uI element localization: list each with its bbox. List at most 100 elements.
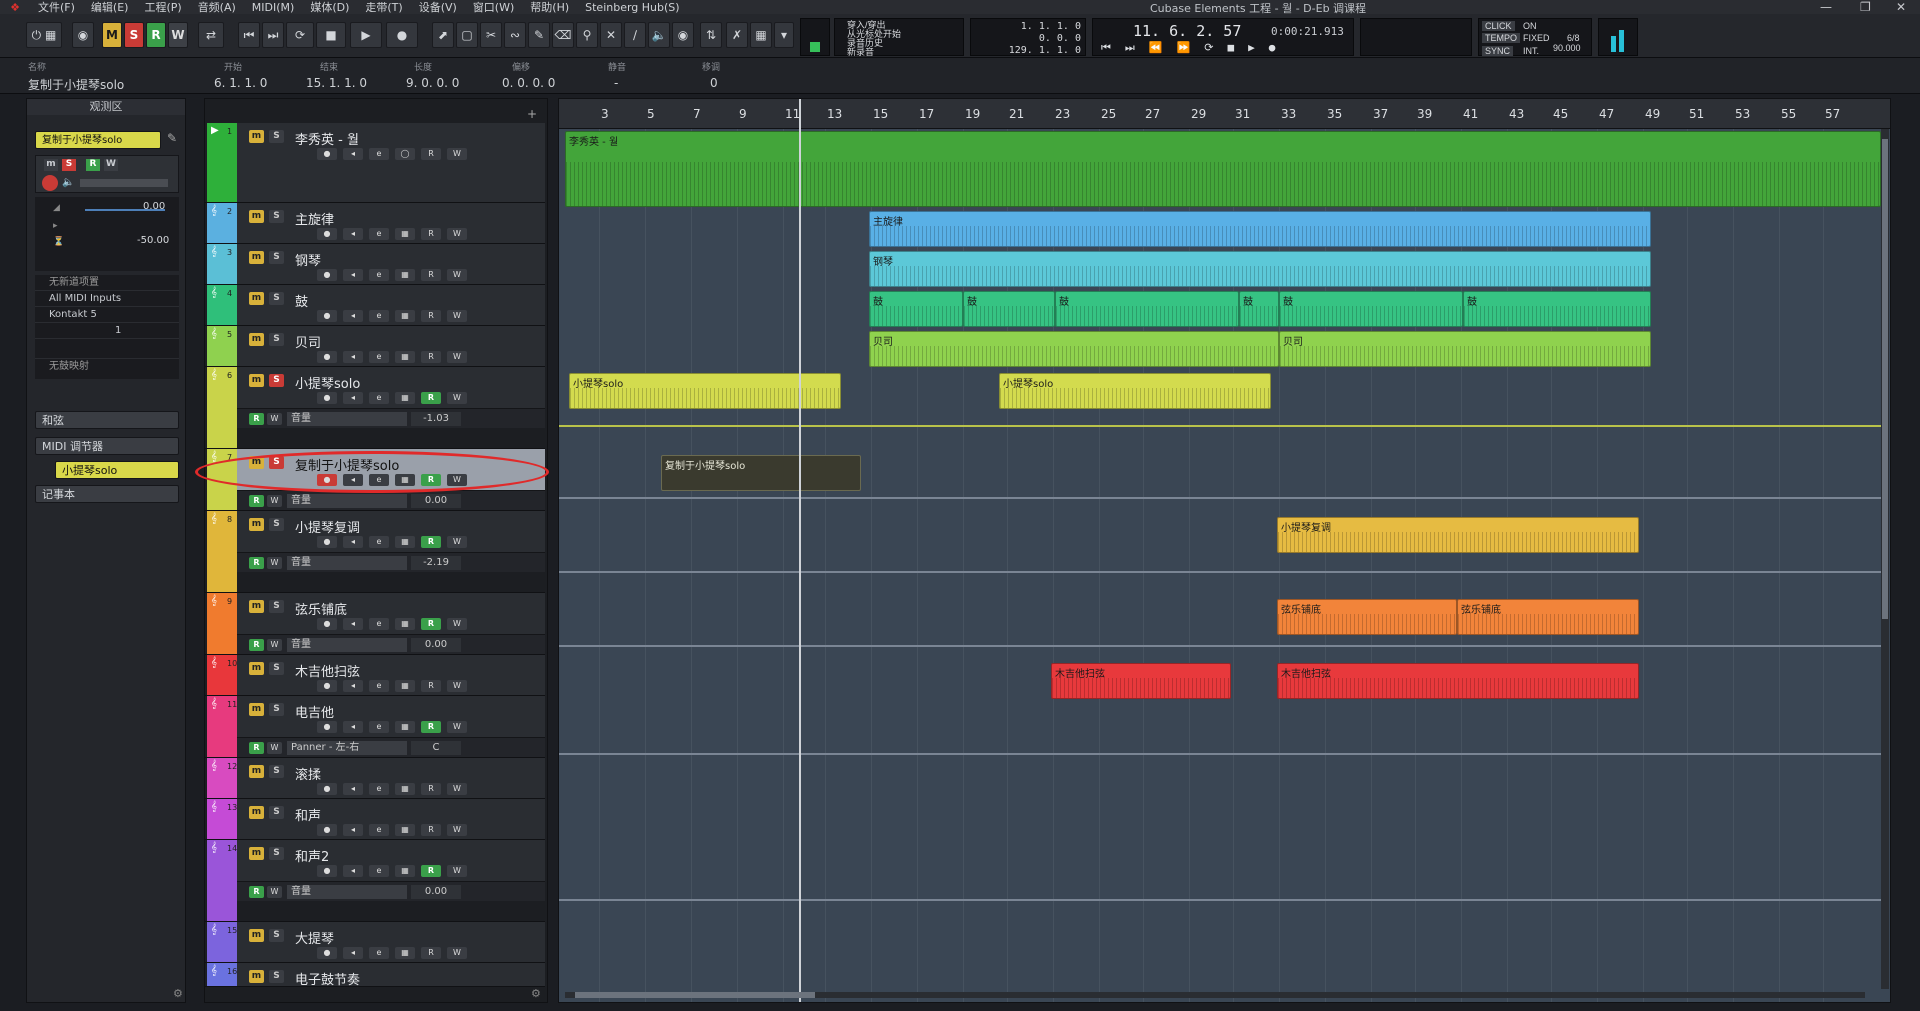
record-enable-icon[interactable]: ● — [317, 947, 337, 959]
click-label[interactable]: CLICK — [1482, 21, 1515, 31]
automation-lane[interactable]: R W Panner - 左-右 C — [237, 737, 545, 757]
automation-curve[interactable] — [559, 497, 1881, 499]
ruler[interactable]: 3 5 7 9 11 13 15 17 19 21 23 25 27 29 31… — [559, 99, 1890, 129]
midi-event[interactable]: 鼓 — [1463, 291, 1651, 327]
monitor-icon[interactable]: ◂ — [343, 783, 363, 795]
midi-event[interactable]: 小提琴复调 — [1277, 517, 1639, 553]
midi-event[interactable]: 主旋律 — [869, 211, 1651, 247]
info-value-transpose[interactable]: 0 — [710, 76, 718, 90]
write-button[interactable]: W — [447, 947, 467, 959]
midi-event[interactable]: 鼓 — [1279, 291, 1463, 327]
write-button[interactable]: W — [447, 148, 467, 160]
edit-icon[interactable]: e — [369, 310, 389, 322]
monitor-icon[interactable]: ◂ — [343, 148, 363, 160]
lane-value[interactable]: 0.00 — [411, 494, 461, 508]
track-row[interactable]: 𝄞 9 m S 弦乐铺底 ● ◂ e ▦ R W R W 音量 0.00 — [205, 593, 545, 655]
minimize-icon[interactable]: — — [1820, 0, 1832, 14]
inspector-section-notepad[interactable]: 记事本 — [35, 485, 179, 503]
edit-icon[interactable]: e — [369, 680, 389, 692]
glue-tool-icon[interactable]: ∾ — [504, 22, 526, 48]
menu-midi[interactable]: MIDI(M) — [244, 1, 303, 14]
info-value-end[interactable]: 15. 1. 1. 0 — [306, 76, 367, 90]
lane-value[interactable]: C — [411, 741, 461, 755]
read-button[interactable]: R — [421, 269, 441, 281]
write-button[interactable]: W — [447, 618, 467, 630]
track-mute-button[interactable]: m — [249, 292, 264, 305]
menu-hub[interactable]: Steinberg Hub(S) — [577, 1, 687, 14]
drum-map-selector[interactable]: 无鼓映射 — [35, 359, 179, 375]
stop-transport-icon[interactable]: ■ — [1227, 41, 1234, 55]
record-enable-icon[interactable]: ● — [317, 148, 337, 160]
record-enable-icon[interactable]: ● — [317, 680, 337, 692]
inspector-record-enable-button[interactable] — [42, 175, 58, 191]
track-mute-button[interactable]: m — [249, 662, 264, 675]
instrument-edit-icon[interactable]: ▦ — [395, 865, 415, 877]
inspector-edit-field[interactable] — [80, 179, 168, 187]
snap-icon[interactable]: ⇅ — [700, 22, 722, 48]
snap-type-icon[interactable]: ✗ — [726, 22, 748, 48]
track-mute-button[interactable]: m — [249, 130, 264, 143]
write-button[interactable]: W — [447, 310, 467, 322]
write-button[interactable]: W — [447, 865, 467, 877]
track-solo-button[interactable]: S — [269, 292, 284, 305]
midi-channel-selector[interactable]: 1 — [35, 323, 179, 339]
read-button[interactable]: R — [421, 680, 441, 692]
track-row[interactable]: 𝄞 6 m S 小提琴solo ● ◂ e ▦ R W R W 音量 -1.03 — [205, 367, 545, 449]
write-button[interactable]: W — [447, 824, 467, 836]
monitor-icon[interactable]: ◂ — [343, 269, 363, 281]
edit-instrument-icon[interactable]: ✎ — [167, 131, 183, 149]
lane-parameter[interactable]: 音量 — [287, 494, 407, 508]
track-name[interactable]: 电子鼓节奏 — [295, 969, 360, 988]
instrument-edit-icon[interactable]: ▦ — [395, 947, 415, 959]
info-value-offset[interactable]: 0. 0. 0. 0 — [502, 76, 555, 90]
automation-lane[interactable]: R W 音量 0.00 — [237, 881, 545, 901]
menu-media[interactable]: 媒体(D) — [302, 0, 357, 15]
monitor-icon[interactable]: ◂ — [343, 618, 363, 630]
track-row[interactable]: 𝄞 12 m S 滚揉 ● ◂ e ▦ R W — [205, 758, 545, 799]
track-row[interactable]: 𝄞 4 mS鼓 ● ◂ e ▦ R W — [205, 285, 545, 326]
constrain-delay-icon[interactable]: ◉ — [72, 22, 94, 48]
track-name[interactable]: 和声 — [295, 805, 321, 824]
edit-icon[interactable]: e — [369, 351, 389, 363]
lane-write-button[interactable]: W — [267, 886, 282, 898]
track-mute-button[interactable]: m — [249, 765, 264, 778]
lane-write-button[interactable]: W — [267, 639, 282, 651]
edit-icon[interactable]: e — [369, 228, 389, 240]
automation-lane[interactable]: R W 音量 -1.03 — [237, 408, 545, 428]
midi-event[interactable]: 鼓 — [1239, 291, 1279, 327]
lane-icon[interactable]: ◯ — [395, 148, 415, 160]
vertical-scrollbar[interactable] — [1881, 129, 1889, 989]
instrument-edit-icon[interactable]: ▦ — [395, 228, 415, 240]
color-tool-icon[interactable]: ◉ — [672, 22, 694, 48]
midi-event[interactable]: 弦乐铺底 — [1277, 599, 1457, 635]
track-row[interactable]: 𝄞 13 m S 和声 ● ◂ e ▦ R W — [205, 799, 545, 840]
midi-event[interactable]: 弦乐铺底 — [1457, 599, 1639, 635]
track-mute-button[interactable]: m — [249, 929, 264, 942]
edit-icon[interactable]: e — [369, 148, 389, 160]
lane-value[interactable]: -1.03 — [411, 412, 461, 426]
read-button[interactable]: R — [421, 721, 441, 733]
menu-edit[interactable]: 编辑(E) — [83, 0, 137, 15]
track-row[interactable]: 𝄞 11 m S 电吉他 ● ◂ e ▦ R W R W Panner - 左-右 C — [205, 696, 545, 758]
menu-file[interactable]: 文件(F) — [30, 0, 83, 15]
track-name[interactable]: 大提琴 — [295, 928, 334, 947]
rewind-icon[interactable]: ⏪ — [1149, 41, 1163, 55]
track-solo-button[interactable]: S — [269, 806, 284, 819]
track-row[interactable]: ▶ 1 mS 李秀英 - 월 ● ◂ e ◯ R W — [205, 123, 545, 203]
instrument-edit-icon[interactable]: ▦ — [395, 783, 415, 795]
track-solo-button[interactable]: S — [269, 210, 284, 223]
track-name[interactable]: 滚揉 — [295, 764, 321, 783]
menu-window[interactable]: 窗口(W) — [465, 0, 522, 15]
speaker-tool-icon[interactable]: 🔈 — [648, 22, 670, 48]
info-value-start[interactable]: 6. 1. 1. 0 — [214, 76, 267, 90]
instrument-edit-icon[interactable]: ▦ — [395, 721, 415, 733]
monitor-icon[interactable]: ◂ — [343, 351, 363, 363]
track-solo-button[interactable]: S — [269, 518, 284, 531]
split-tool-icon[interactable]: ✂ — [480, 22, 502, 48]
edit-icon[interactable]: e — [369, 618, 389, 630]
main-position-display[interactable]: 11. 6. 2. 57 — [1133, 22, 1241, 40]
track-solo-button[interactable]: S — [269, 333, 284, 346]
next-marker-icon[interactable]: ⏭ — [262, 22, 284, 48]
track-solo-button[interactable]: S — [269, 847, 284, 860]
write-button[interactable]: W — [447, 392, 467, 404]
